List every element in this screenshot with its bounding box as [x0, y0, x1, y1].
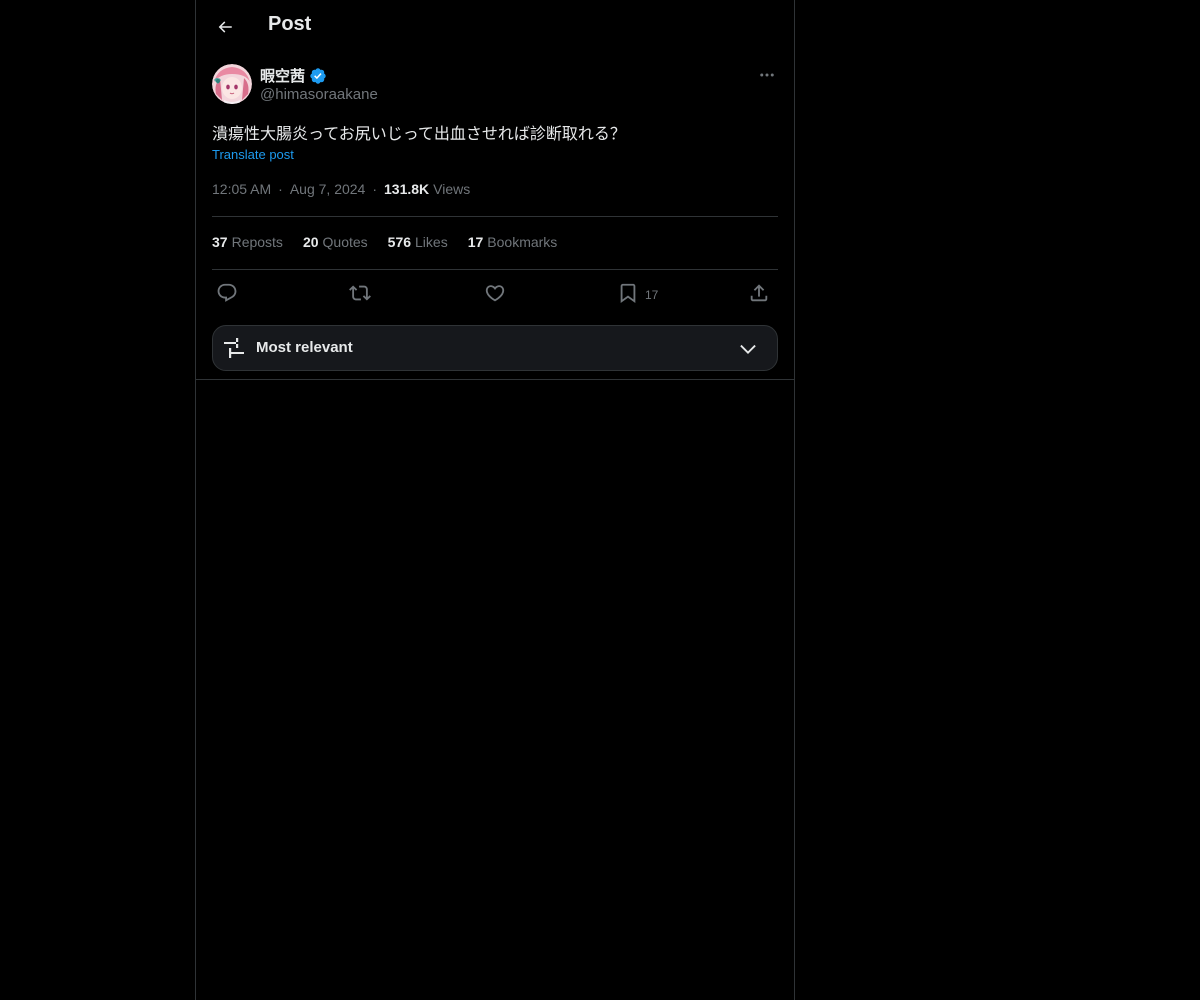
bookmark-count: 17 [645, 287, 659, 302]
author-display-name[interactable]: 暇空茜 [260, 65, 305, 86]
sort-label: Most relevant [256, 339, 353, 356]
meta-separator: · [278, 181, 283, 197]
bookmarks-label: Bookmarks [487, 234, 558, 250]
bookmarks-stat[interactable]: 17 Bookmarks [468, 234, 558, 250]
share-icon [750, 284, 768, 302]
more-options-button[interactable] [756, 64, 778, 86]
back-button[interactable] [208, 10, 242, 44]
sort-replies-dropdown[interactable]: Most relevant [212, 325, 778, 371]
heart-icon [485, 285, 505, 302]
divider [212, 269, 778, 270]
author-name-row: 暇空茜 [260, 65, 327, 86]
translate-post-link[interactable]: Translate post [212, 147, 294, 162]
likes-label: Likes [415, 234, 448, 250]
bookmark-icon [620, 283, 636, 304]
post-time[interactable]: 12:05 AM [212, 181, 271, 197]
post-actions: 17 [212, 281, 778, 305]
avatar[interactable] [212, 64, 252, 104]
divider [212, 216, 778, 217]
likes-count: 576 [387, 234, 412, 250]
post-date[interactable]: Aug 7, 2024 [290, 181, 366, 197]
bookmarks-count: 17 [467, 234, 484, 250]
share-button[interactable] [748, 281, 770, 305]
main-column: Post 暇空茜 @himasoraakane 潰瘍性大腸炎ってお尻いじって出血… [195, 0, 795, 1000]
reply-icon [217, 283, 237, 302]
header: Post [196, 0, 794, 53]
arrow-left-icon [218, 21, 232, 33]
reposts-count: 37 [212, 234, 228, 250]
repost-icon [349, 285, 371, 301]
meta-separator: · [372, 181, 378, 197]
reposts-stat[interactable]: 37 Reposts [212, 234, 283, 250]
bookmark-button[interactable]: 17 [617, 281, 658, 305]
section-divider [196, 379, 794, 380]
reposts-label: Reposts [231, 234, 283, 250]
post-text: 潰瘍性大腸炎ってお尻いじって出血させれば診断取れる？ [212, 124, 626, 143]
post-stats: 37 Reposts 20 Quotes 576 Likes 17 Bookmarks [212, 234, 557, 250]
views-label: Views [433, 181, 471, 197]
quotes-stat[interactable]: 20 Quotes [303, 234, 368, 250]
reply-button[interactable] [216, 281, 238, 305]
views-count: 131.8K [384, 181, 430, 197]
post-meta: 12:05 AM · Aug 7, 2024 · 131.8K Views [212, 181, 470, 197]
repost-button[interactable] [349, 281, 371, 305]
author-handle[interactable]: @himasoraakane [260, 86, 378, 103]
verified-badge-icon [310, 67, 326, 84]
quotes-label: Quotes [322, 234, 368, 250]
like-button[interactable] [484, 281, 506, 305]
sliders-icon [224, 338, 244, 358]
chevron-down-icon [740, 344, 756, 354]
likes-stat[interactable]: 576 Likes [388, 234, 448, 250]
quotes-count: 20 [302, 234, 319, 250]
page-title: Post [268, 13, 312, 35]
more-icon [760, 73, 774, 77]
